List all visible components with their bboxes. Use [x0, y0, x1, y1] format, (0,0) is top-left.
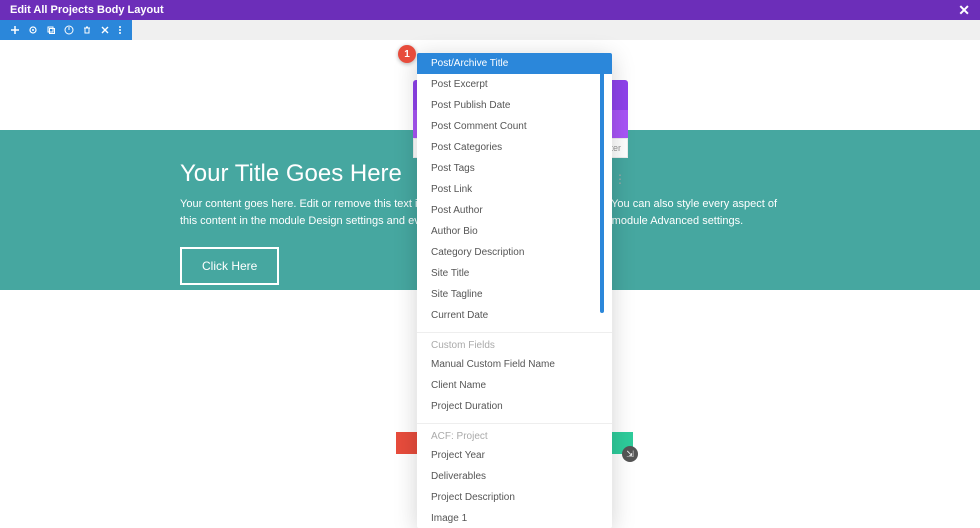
save-icon[interactable]	[64, 25, 74, 35]
dropdown-item[interactable]: Post Excerpt	[417, 74, 612, 95]
filter-placeholder: ter	[610, 143, 621, 153]
top-bar-title: Edit All Projects Body Layout	[10, 4, 164, 16]
dropdown-item[interactable]: Post Tags	[417, 158, 612, 179]
dropdown-item[interactable]: Project Year	[417, 445, 612, 466]
top-bar: Edit All Projects Body Layout ✕	[0, 0, 980, 20]
callout-badge: 1	[398, 45, 416, 63]
add-icon[interactable]	[10, 25, 20, 35]
options-icon[interactable]: ⋮	[614, 172, 626, 186]
dropdown-item[interactable]: Post Categories	[417, 137, 612, 158]
dropdown-item[interactable]: Post Author	[417, 200, 612, 221]
dropdown-item[interactable]: Post/Archive Title	[417, 53, 612, 74]
dropdown-item[interactable]: Deliverables	[417, 466, 612, 487]
toolbar	[0, 20, 980, 40]
resize-icon[interactable]: ⇲	[622, 446, 638, 462]
more-icon[interactable]	[118, 25, 122, 35]
dropdown-item[interactable]: Author Bio	[417, 221, 612, 242]
delete-handle[interactable]	[396, 432, 418, 454]
section-custom-fields: Custom Fields	[417, 333, 612, 354]
dynamic-content-dropdown: Post/Archive TitlePost ExcerptPost Publi…	[417, 53, 612, 528]
dropdown-scrollbar[interactable]	[600, 53, 604, 313]
dropdown-item[interactable]: Project Duration	[417, 396, 612, 417]
dropdown-item[interactable]: Image 1	[417, 508, 612, 528]
cta-button[interactable]: Click Here	[180, 247, 279, 285]
dropdown-item[interactable]: Category Description	[417, 242, 612, 263]
dropdown-item[interactable]: Post Comment Count	[417, 116, 612, 137]
exit-icon[interactable]	[100, 25, 110, 35]
section-acf-project: ACF: Project	[417, 424, 612, 445]
gear-icon[interactable]	[28, 25, 38, 35]
close-icon[interactable]: ✕	[958, 2, 970, 19]
dropdown-item[interactable]: Post Link	[417, 179, 612, 200]
duplicate-icon[interactable]	[46, 25, 56, 35]
toolbar-group	[0, 20, 132, 40]
dropdown-item[interactable]: Site Tagline	[417, 284, 612, 305]
dropdown-item[interactable]: Client Name	[417, 375, 612, 396]
dropdown-item[interactable]: Manual Custom Field Name	[417, 354, 612, 375]
trash-icon[interactable]	[82, 25, 92, 35]
dropdown-item[interactable]: Current Date	[417, 305, 612, 326]
dropdown-item[interactable]: Post Publish Date	[417, 95, 612, 116]
dropdown-item[interactable]: Project Description	[417, 487, 612, 508]
dropdown-item[interactable]: Site Title	[417, 263, 612, 284]
page-content: Your Title Goes Here Your content goes h…	[0, 40, 980, 501]
